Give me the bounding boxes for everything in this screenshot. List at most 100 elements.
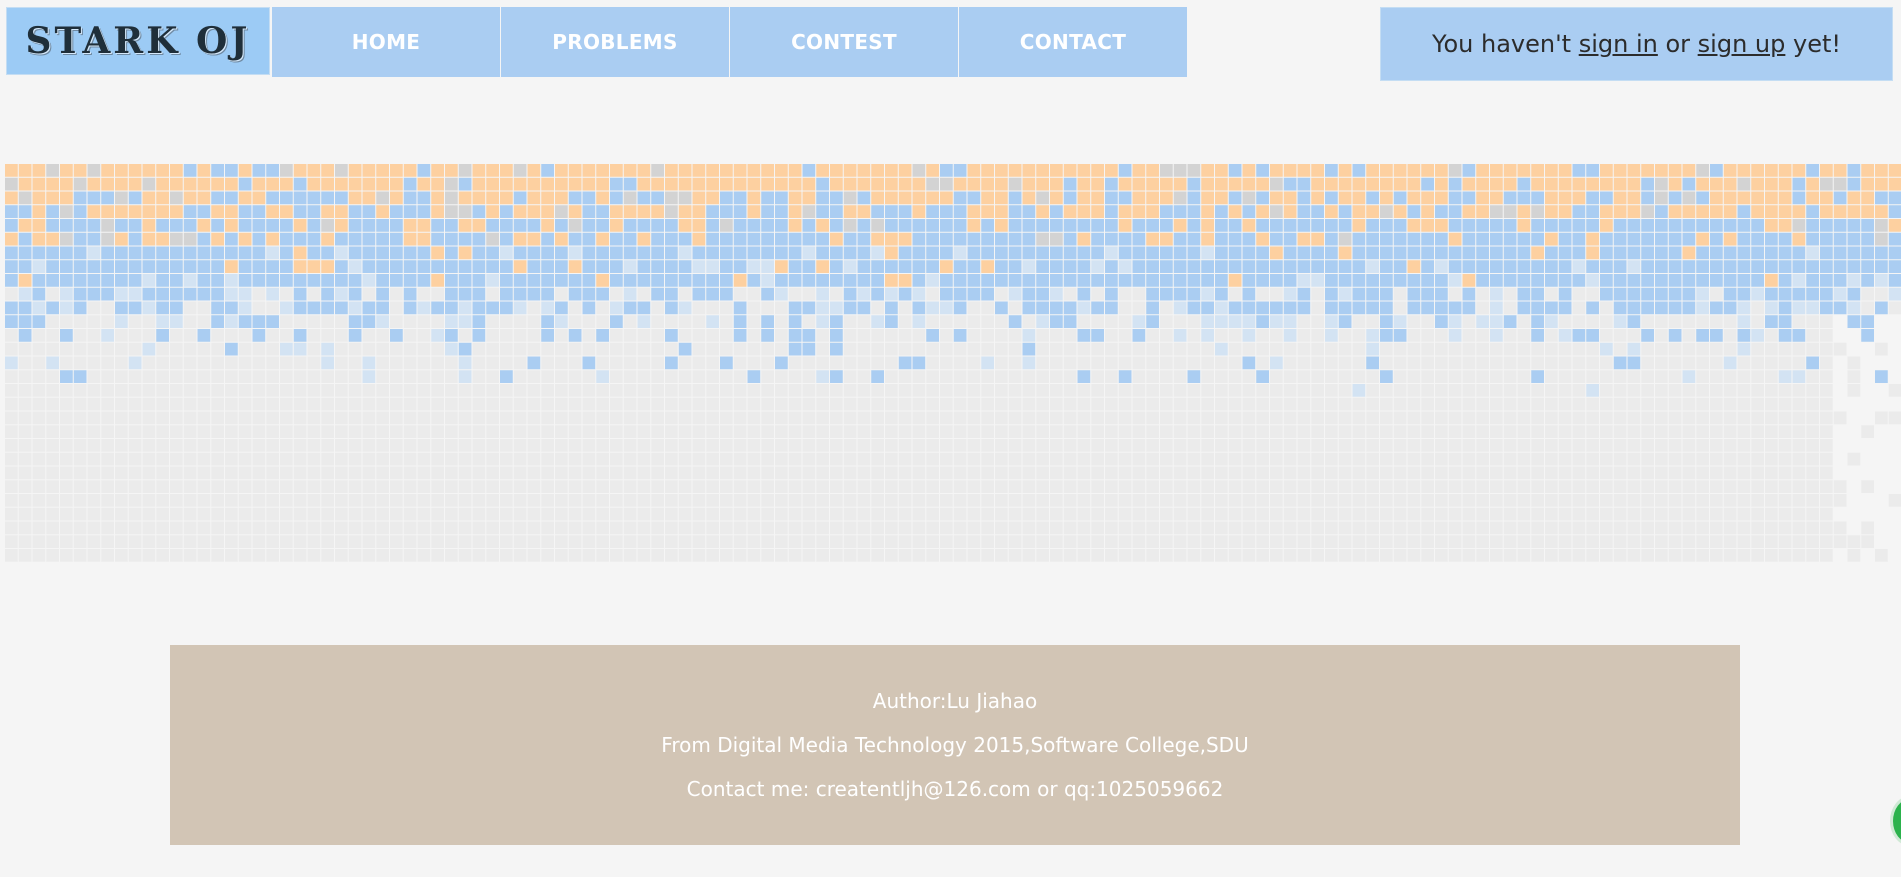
grid-tile (1820, 452, 1833, 466)
grid-tile (1627, 287, 1641, 301)
site-logo[interactable]: STARK OJ (6, 7, 270, 75)
nav-problems[interactable]: PROBLEMS (501, 7, 729, 77)
grid-tile (1847, 549, 1861, 562)
grid-tile (981, 535, 994, 548)
grid-tile (156, 507, 169, 521)
grid-tile (307, 480, 321, 493)
grid-tile (1187, 246, 1201, 260)
grid-tile (596, 191, 609, 205)
grid-tile (1627, 411, 1641, 425)
grid-tile (500, 439, 513, 452)
grid-tile (953, 466, 967, 480)
grid-tile (1737, 535, 1751, 548)
grid-tile (830, 452, 843, 466)
grid-tile (211, 232, 224, 246)
grid-tile (568, 329, 582, 342)
grid-tile (335, 452, 348, 466)
grid-tile (1201, 246, 1214, 260)
grid-tile (788, 356, 802, 370)
grid-tile (582, 397, 596, 411)
grid-tile (32, 507, 46, 521)
grid-tile (5, 494, 18, 507)
grid-tile (1380, 329, 1393, 342)
grid-tile (321, 384, 334, 397)
grid-tile (692, 301, 706, 315)
grid-tile (1655, 219, 1668, 232)
grid-tile (1132, 232, 1146, 246)
nav-contest[interactable]: CONTEST (730, 7, 958, 77)
nav-contact[interactable]: CONTACT (959, 7, 1187, 77)
grid-tile (761, 480, 774, 493)
grid-tile (967, 177, 981, 191)
grid-tile (788, 411, 802, 425)
grid-tile (1545, 411, 1558, 425)
grid-tile (1792, 384, 1806, 397)
grid-tile (1380, 274, 1393, 287)
footer-affiliation: From Digital Media Technology 2015,Softw… (661, 733, 1249, 757)
grid-tile (1283, 232, 1297, 246)
grid-tile (1586, 439, 1599, 452)
grid-tile (5, 356, 18, 370)
grid-tile (816, 384, 829, 397)
grid-tile (197, 177, 211, 191)
grid-tile (321, 370, 334, 383)
grid-tile (1077, 466, 1091, 480)
grid-tile (747, 480, 761, 493)
grid-tile (1407, 370, 1421, 383)
grid-tile (995, 260, 1008, 273)
grid-tile (1215, 177, 1228, 191)
grid-tile (1393, 466, 1407, 480)
sign-up-link[interactable]: sign up (1698, 30, 1786, 58)
grid-tile (500, 315, 513, 328)
grid-tile (1063, 164, 1077, 177)
grid-tile (885, 384, 898, 397)
grid-tile (1861, 191, 1874, 205)
grid-tile (1792, 425, 1806, 438)
grid-tile (1421, 274, 1434, 287)
grid-tile (1668, 219, 1682, 232)
grid-tile (541, 246, 554, 260)
grid-tile (857, 439, 871, 452)
grid-tile (912, 315, 926, 328)
grid-tile (816, 191, 829, 205)
grid-tile (266, 232, 279, 246)
grid-tile (1270, 439, 1283, 452)
nav-home[interactable]: HOME (272, 7, 500, 77)
grid-tile (500, 260, 513, 273)
grid-tile (1875, 191, 1888, 205)
sign-in-link[interactable]: sign in (1579, 30, 1658, 58)
grid-tile (500, 246, 513, 260)
grid-tile (1187, 329, 1201, 342)
grid-tile (857, 246, 871, 260)
grid-tile (1710, 164, 1723, 177)
grid-tile (1283, 177, 1297, 191)
grid-tile (486, 164, 499, 177)
grid-tile (885, 507, 898, 521)
grid-tile (431, 425, 444, 438)
grid-tile (1875, 260, 1888, 273)
grid-tile (513, 411, 527, 425)
grid-tile (1737, 177, 1751, 191)
grid-tile (1187, 535, 1201, 548)
grid-tile (843, 164, 857, 177)
grid-tile (1847, 452, 1861, 466)
grid-tile (142, 329, 156, 342)
grid-tile (981, 356, 994, 370)
grid-tile (1366, 494, 1379, 507)
grid-tile (555, 342, 568, 356)
grid-tile (1545, 177, 1558, 191)
grid-tile (775, 480, 788, 493)
grid-tile (637, 439, 651, 452)
grid-tile (1710, 287, 1723, 301)
grid-tile (335, 301, 348, 315)
grid-tile (1270, 232, 1283, 246)
floating-action-button[interactable] (1890, 796, 1901, 846)
grid-tile (431, 274, 444, 287)
grid-tile (1118, 315, 1132, 328)
grid-tile (637, 494, 651, 507)
grid-tile (1710, 411, 1723, 425)
grid-tile (1847, 219, 1861, 232)
grid-tile (1173, 370, 1187, 383)
grid-tile (1572, 521, 1586, 535)
grid-tile (1847, 260, 1861, 273)
